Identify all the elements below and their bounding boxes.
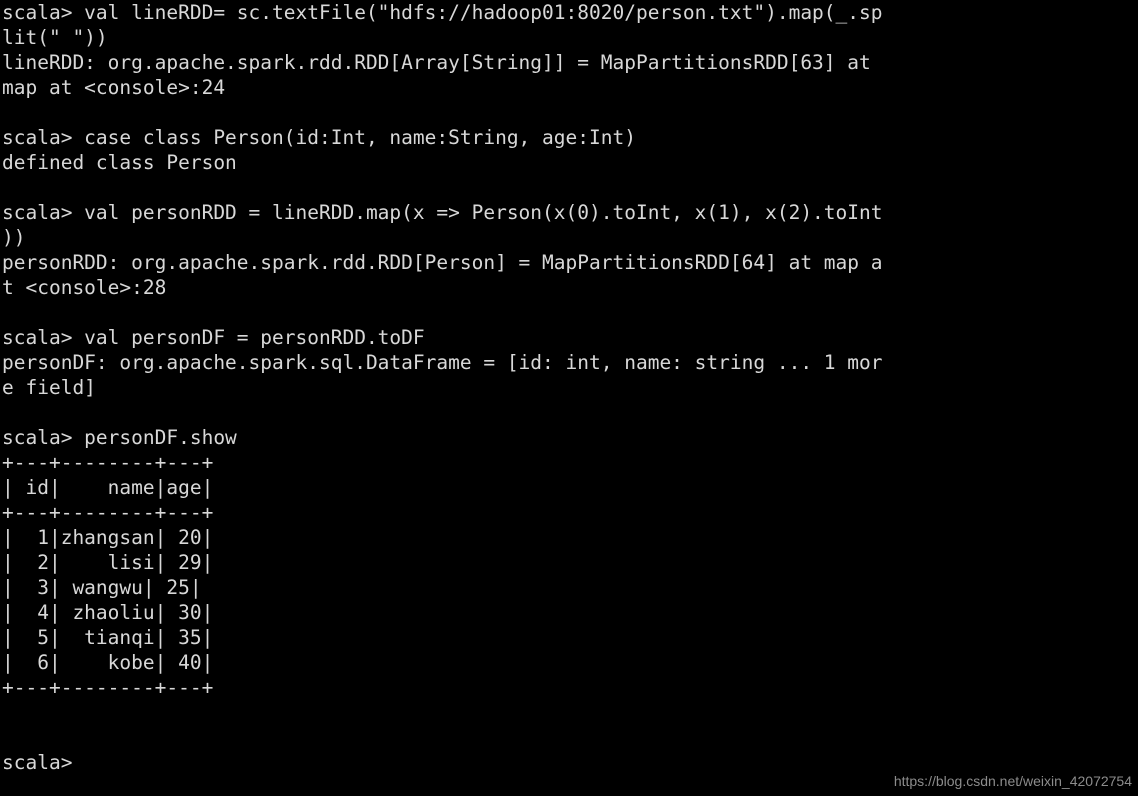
terminal-line: | 4| zhaoliu| 30|	[2, 601, 214, 624]
terminal-line: t <console>:28	[2, 276, 167, 299]
terminal-line: | 1|zhangsan| 20|	[2, 526, 214, 549]
terminal-line: | 2| lisi| 29|	[2, 551, 214, 574]
terminal-line: lineRDD: org.apache.spark.rdd.RDD[Array[…	[2, 51, 883, 74]
terminal-line: e field]	[2, 376, 96, 399]
terminal-line: defined class Person	[2, 151, 237, 174]
terminal-screen[interactable]: scala> val lineRDD= sc.textFile("hdfs://…	[2, 0, 883, 775]
terminal-line: | 5| tianqi| 35|	[2, 626, 214, 649]
terminal-line: scala> val personDF = personRDD.toDF	[2, 326, 425, 349]
terminal-line: scala> case class Person(id:Int, name:St…	[2, 126, 636, 149]
terminal-line: scala>	[2, 751, 85, 774]
terminal-line: +---+--------+---+	[2, 676, 214, 699]
terminal-line: personDF: org.apache.spark.sql.DataFrame…	[2, 351, 883, 374]
terminal-line: +---+--------+---+	[2, 501, 214, 524]
terminal-line: scala> val lineRDD= sc.textFile("hdfs://…	[2, 1, 883, 24]
terminal-line: ))	[2, 226, 26, 249]
terminal-line: | 3| wangwu| 25|	[2, 576, 202, 599]
terminal-window[interactable]: scala> val lineRDD= sc.textFile("hdfs://…	[0, 0, 1138, 796]
terminal-line: +---+--------+---+	[2, 451, 214, 474]
terminal-line: | 6| kobe| 40|	[2, 651, 214, 674]
terminal-line: | id| name|age|	[2, 476, 214, 499]
terminal-line: scala> val personRDD = lineRDD.map(x => …	[2, 201, 883, 224]
terminal-line: personRDD: org.apache.spark.rdd.RDD[Pers…	[2, 251, 883, 274]
terminal-line: scala> personDF.show	[2, 426, 237, 449]
terminal-line: lit(" "))	[2, 26, 108, 49]
watermark-text: https://blog.csdn.net/weixin_42072754	[893, 773, 1132, 789]
terminal-line: map at <console>:24	[2, 76, 226, 99]
